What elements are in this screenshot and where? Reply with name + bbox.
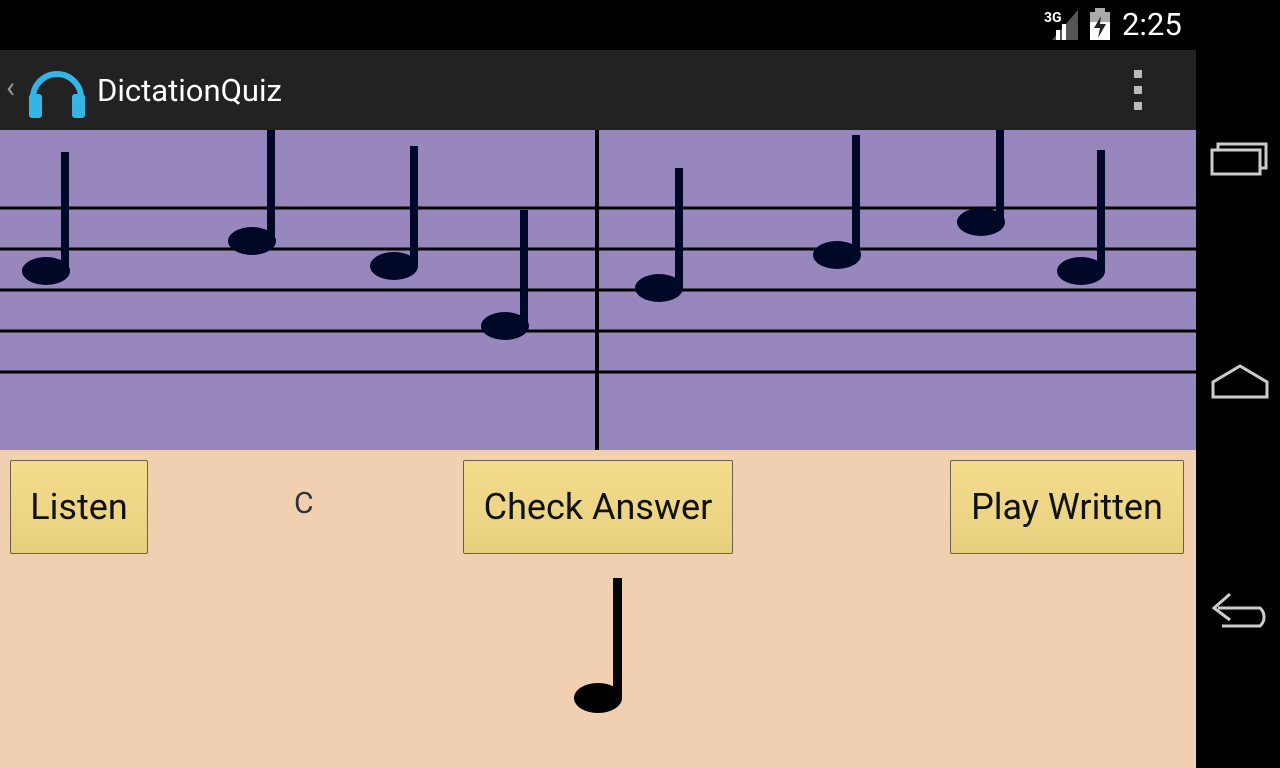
listen-button[interactable]: Listen: [10, 460, 148, 554]
overflow-menu-icon[interactable]: [1124, 68, 1156, 112]
status-bar: 3G 2:25: [0, 0, 1196, 50]
note-name-label: C: [294, 486, 314, 521]
staff-note[interactable]: [1057, 150, 1105, 285]
battery-icon: [1090, 8, 1110, 40]
up-caret-icon[interactable]: ‹: [6, 70, 15, 105]
staff-note[interactable]: [481, 210, 529, 340]
clock: 2:25: [1122, 6, 1182, 43]
navigation-bar: [1196, 0, 1280, 768]
check-answer-button[interactable]: Check Answer: [463, 460, 733, 554]
music-staff[interactable]: [0, 130, 1196, 450]
play-written-button[interactable]: Play Written: [950, 460, 1184, 554]
staff-note[interactable]: [957, 130, 1005, 236]
staff-note[interactable]: [22, 152, 70, 285]
action-bar: ‹ DictationQuiz: [0, 50, 1196, 130]
staff-note[interactable]: [813, 135, 861, 269]
app-title: DictationQuiz: [97, 72, 282, 109]
home-icon[interactable]: [1210, 362, 1270, 400]
recent-apps-icon[interactable]: [1210, 140, 1268, 176]
signal-icon: [1052, 10, 1078, 40]
selected-note[interactable]: [560, 570, 640, 720]
staff-note[interactable]: [635, 168, 683, 302]
app-headphones-icon[interactable]: [26, 60, 88, 120]
staff-note[interactable]: [228, 130, 276, 255]
staff-note[interactable]: [370, 146, 418, 280]
back-icon[interactable]: [1208, 586, 1274, 630]
